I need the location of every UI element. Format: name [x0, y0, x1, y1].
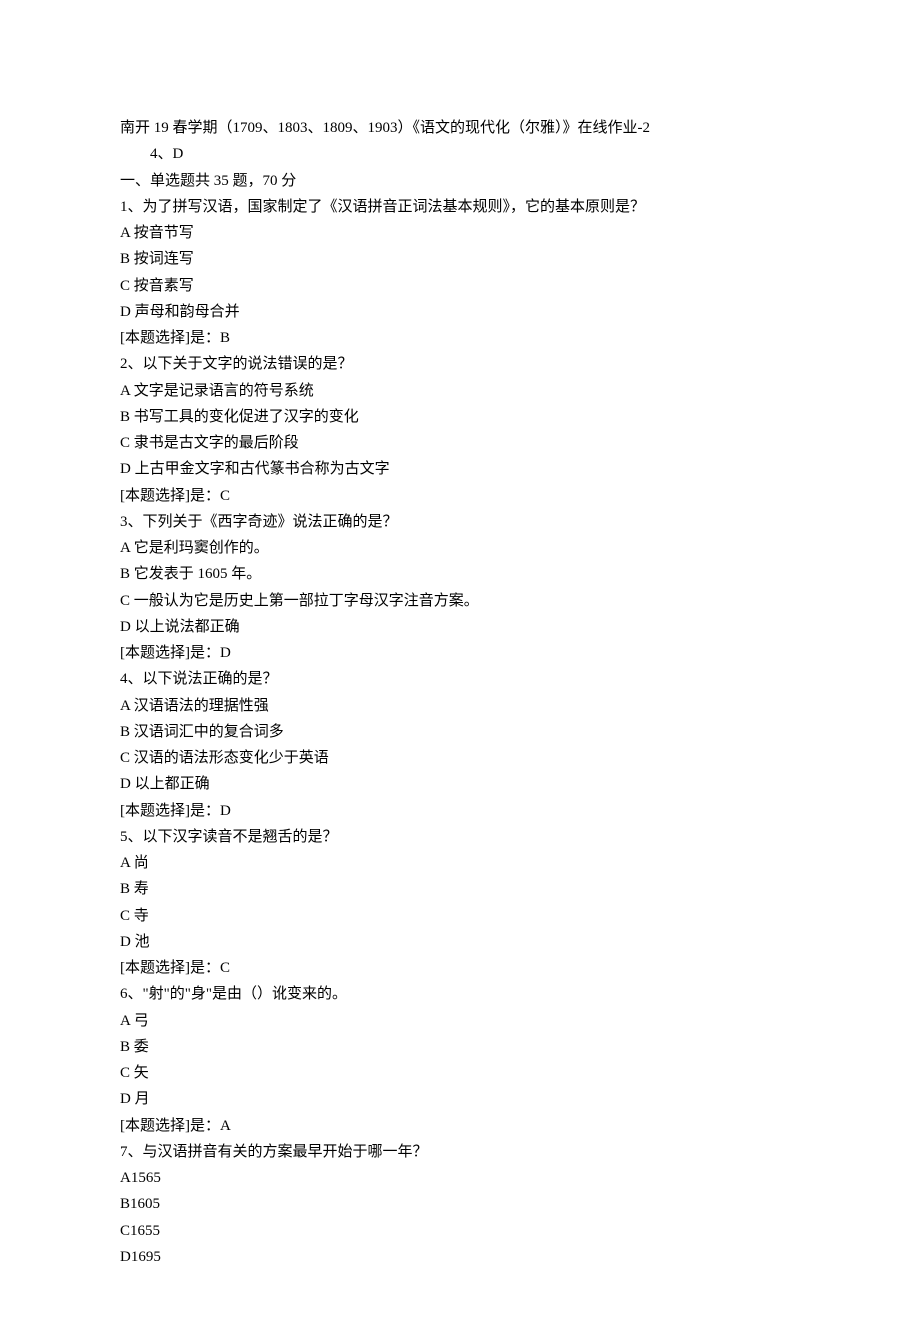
question-option: B 按词连写 — [120, 246, 800, 272]
question-option: A 尚 — [120, 850, 800, 876]
question-option: A 弓 — [120, 1008, 800, 1034]
question-text: 5、以下汉字读音不是翘舌的是？ — [120, 824, 800, 850]
question-option: C 按音素写 — [120, 273, 800, 299]
question-option: B 它发表于 1605 年。 — [120, 561, 800, 587]
question-option: D 上古甲金文字和古代篆书合称为古文字 — [120, 456, 800, 482]
question-option: D1695 — [120, 1244, 800, 1270]
question-option: C1655 — [120, 1218, 800, 1244]
section-heading: 一、单选题共 35 题，70 分 — [120, 168, 800, 194]
question-option: A 文字是记录语言的符号系统 — [120, 378, 800, 404]
question-option: C 汉语的语法形态变化少于英语 — [120, 745, 800, 771]
question-option: D 以上都正确 — [120, 771, 800, 797]
question-text: 6、"射"的"身"是由（）讹变来的。 — [120, 981, 800, 1007]
question-option: A1565 — [120, 1165, 800, 1191]
question-option: B 委 — [120, 1034, 800, 1060]
question-option: D 以上说法都正确 — [120, 614, 800, 640]
question-answer: [本题选择]是：C — [120, 483, 800, 509]
question-option: A 它是利玛窦创作的。 — [120, 535, 800, 561]
question-option: D 月 — [120, 1086, 800, 1112]
question-text: 1、为了拼写汉语，国家制定了《汉语拼音正词法基本规则》，它的基本原则是？ — [120, 194, 800, 220]
question-answer: [本题选择]是：C — [120, 955, 800, 981]
question-option: D 池 — [120, 929, 800, 955]
question-option: C 隶书是古文字的最后阶段 — [120, 430, 800, 456]
question-option: C 一般认为它是历史上第一部拉丁字母汉字注音方案。 — [120, 588, 800, 614]
question-text: 4、以下说法正确的是？ — [120, 666, 800, 692]
question-answer: [本题选择]是：D — [120, 798, 800, 824]
question-option: B 书写工具的变化促进了汉字的变化 — [120, 404, 800, 430]
question-text: 2、以下关于文字的说法错误的是？ — [120, 351, 800, 377]
question-option: D 声母和韵母合并 — [120, 299, 800, 325]
question-option: A 汉语语法的理据性强 — [120, 693, 800, 719]
question-answer: [本题选择]是：B — [120, 325, 800, 351]
question-answer: [本题选择]是：A — [120, 1113, 800, 1139]
header-subline: 4、D — [120, 141, 800, 167]
question-text: 3、下列关于《西字奇迹》说法正确的是？ — [120, 509, 800, 535]
question-text: 7、与汉语拼音有关的方案最早开始于哪一年？ — [120, 1139, 800, 1165]
questions-container: 1、为了拼写汉语，国家制定了《汉语拼音正词法基本规则》，它的基本原则是？A 按音… — [120, 194, 800, 1270]
question-option: B 汉语词汇中的复合词多 — [120, 719, 800, 745]
question-option: A 按音节写 — [120, 220, 800, 246]
page-title: 南开 19 春学期（1709、1803、1809、1903）《语文的现代化（尔雅… — [120, 115, 800, 141]
question-answer: [本题选择]是：D — [120, 640, 800, 666]
question-option: B1605 — [120, 1191, 800, 1217]
question-option: C 矢 — [120, 1060, 800, 1086]
question-option: C 寺 — [120, 903, 800, 929]
question-option: B 寿 — [120, 876, 800, 902]
